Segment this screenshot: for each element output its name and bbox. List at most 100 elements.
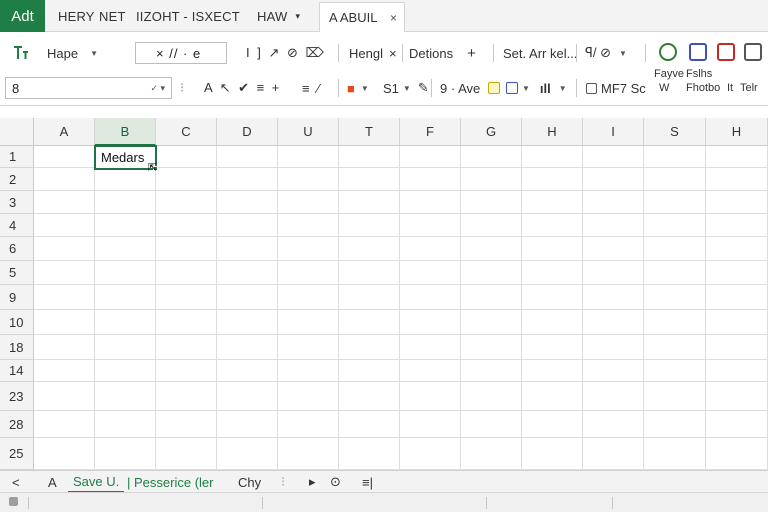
conditional-format-button[interactable]: ▼ ıll ▼ <box>488 77 567 99</box>
column-header[interactable]: H <box>522 118 583 146</box>
group-set-arrange[interactable]: Set. Arr kel... <box>503 42 577 64</box>
chart-icon[interactable] <box>717 43 735 61</box>
column-header[interactable]: T <box>339 118 400 146</box>
row-header[interactable]: 23 <box>0 382 34 411</box>
status-indicator-icon <box>9 497 18 506</box>
row-header[interactable]: 9 <box>0 285 34 310</box>
column-header[interactable]: A <box>34 118 95 146</box>
title-tab-bar: Adt HERY NET IIZOHT - ISXECT HAW ▾ A ABU… <box>0 0 768 32</box>
row-header[interactable]: 10 <box>0 310 34 335</box>
fhotbo-label: Fhotbo <box>686 82 721 94</box>
chevron-down-icon: ▾ <box>295 10 301 21</box>
select-all-corner[interactable] <box>0 118 34 146</box>
row-header[interactable]: 2 <box>0 168 34 191</box>
column-header[interactable]: B <box>95 118 156 146</box>
sheet-nav-prev[interactable]: < <box>12 471 20 493</box>
group-tools[interactable]: ꟼ/ ⊘ ▼ <box>585 42 627 64</box>
row-header[interactable]: 4 <box>0 214 34 237</box>
sheet-tab-bar: < A Save U. | Pesserice (ler Chy ⁝ ▸ ⊙ ≡… <box>0 470 768 493</box>
sheet-nav-next[interactable]: ▸ <box>309 471 316 493</box>
ribbon-separator <box>431 79 432 97</box>
row-header[interactable]: 1 <box>0 146 34 168</box>
telr-label: Telr <box>740 82 758 94</box>
mf-sc-button[interactable]: MF7 Sc <box>586 77 646 99</box>
close-icon[interactable]: × <box>389 46 397 61</box>
grid-row-line <box>34 236 768 237</box>
table-icon <box>586 82 597 94</box>
function-average[interactable]: 9 · Ave <box>440 77 480 99</box>
highlight-icon <box>488 82 500 94</box>
column-header[interactable]: F <box>400 118 461 146</box>
chevron-down-icon: ✓ ▾ <box>150 82 165 93</box>
row-header[interactable]: 3 <box>0 191 34 214</box>
grid-row-line <box>34 309 768 310</box>
group-hengl[interactable]: Hengl × <box>349 42 397 64</box>
style-dropdown[interactable]: Hape ▼ <box>12 42 98 64</box>
grid-row-line <box>34 410 768 411</box>
column-header[interactable]: G <box>461 118 522 146</box>
user-icon[interactable] <box>659 43 677 61</box>
fill-color-icon: ■ <box>347 80 355 96</box>
sheet-list-icon[interactable]: ≡| <box>362 471 373 493</box>
sheet-tab-save[interactable]: Save U. <box>68 471 125 493</box>
app-home-tab[interactable]: Adt <box>0 0 45 32</box>
st-label: S1 <box>383 80 399 96</box>
row-header[interactable]: 28 <box>0 411 34 438</box>
fx-divider: ⁝ <box>180 80 185 95</box>
sheet-tab-chy[interactable]: Chy <box>238 471 261 493</box>
add-icon[interactable]: + <box>467 45 476 62</box>
row2-tools-2[interactable]: ≡ ⁄ <box>302 77 321 99</box>
it-label: It <box>727 82 734 94</box>
grid-row-line <box>34 190 768 191</box>
column-header[interactable]: U <box>278 118 339 146</box>
spreadsheet-grid[interactable]: A B C D U T F G H I S H 1 2 3 4 6 5 9 10 18 14 23 28 25 Medars ⇱ <box>0 118 768 470</box>
column-header[interactable]: S <box>644 118 706 146</box>
row2-tools[interactable]: A ↖ ✔ ≡ + <box>204 77 281 99</box>
column-header[interactable]: C <box>156 118 217 146</box>
menu-insert[interactable]: IIZOHT - ISXECT <box>136 0 240 32</box>
ribbon-separator <box>576 79 577 97</box>
grid-column-line <box>643 146 644 470</box>
group-detions[interactable]: Detions + <box>409 42 476 64</box>
fill-color-button[interactable]: ■ ▼ <box>347 77 369 99</box>
grid-column-line <box>399 146 400 470</box>
grid-column-line <box>338 146 339 470</box>
sheet-tab-pesserice[interactable]: Pesserice (ler <box>134 471 213 493</box>
sheet-tab-divider: ⁝ <box>281 474 286 489</box>
column-header[interactable]: I <box>583 118 644 146</box>
format-tools-box[interactable]: × // · e <box>135 42 227 64</box>
table-icon[interactable] <box>744 43 762 61</box>
menu-net[interactable]: NET <box>99 0 126 32</box>
row-header[interactable]: 18 <box>0 335 34 360</box>
status-divider <box>612 497 613 509</box>
add-sheet-icon[interactable]: ⊙ <box>330 471 341 493</box>
name-box-value: 8 <box>12 80 20 96</box>
sheet-tab-separator: | <box>127 474 131 490</box>
menu-hery[interactable]: HERY <box>58 0 95 32</box>
row-header[interactable]: 14 <box>0 360 34 382</box>
document-tab[interactable]: A ABUIL × <box>319 2 405 32</box>
bar-chart-icon: ıll <box>539 80 551 96</box>
chevron-down-icon: ▼ <box>402 83 411 93</box>
column-header[interactable]: D <box>217 118 278 146</box>
row-header[interactable]: 6 <box>0 237 34 261</box>
grid-row-line <box>34 381 768 382</box>
close-icon[interactable]: × <box>390 11 397 25</box>
column-header[interactable]: H <box>706 118 768 146</box>
chevron-down-icon: ▼ <box>360 83 369 93</box>
pen-icon: ✎ <box>417 80 429 95</box>
st-dropdown[interactable]: S1 ▼ ✎ <box>383 77 429 99</box>
ribbon-separator <box>493 44 494 62</box>
document-icon[interactable] <box>689 43 707 61</box>
bracket-tools[interactable]: I ] ↗ ⊘ ⌦ <box>246 42 326 64</box>
row-header[interactable]: 5 <box>0 261 34 285</box>
name-box[interactable]: 8 ✓ ▾ <box>5 77 172 99</box>
w-label: W <box>659 82 670 94</box>
grid-row-line <box>34 359 768 360</box>
text-style-icon <box>14 46 28 59</box>
sheet-tab-a[interactable]: A <box>48 471 57 493</box>
grid-column-line <box>94 146 95 470</box>
menu-haw[interactable]: HAW ▾ <box>257 0 300 32</box>
row-header[interactable]: 25 <box>0 438 34 470</box>
grid-column-line <box>277 146 278 470</box>
